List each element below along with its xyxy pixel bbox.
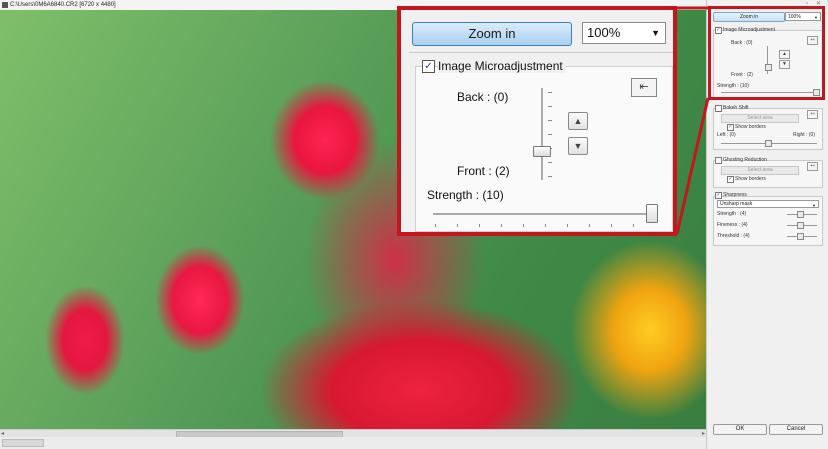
dropdown-arrow-icon: ▼ xyxy=(812,203,816,208)
slider-tick xyxy=(548,162,552,163)
zoom-level-value: 100% xyxy=(587,25,621,40)
strength-label: Strength : (10) xyxy=(427,188,504,202)
chevron-up-icon[interactable]: ▲ xyxy=(568,112,588,130)
slider-tick xyxy=(523,224,524,227)
slider-tick xyxy=(545,224,546,227)
ghosting-select-area-button[interactable]: Select area xyxy=(721,166,799,175)
reset-icon[interactable]: ↤ xyxy=(807,162,818,171)
slider-tick xyxy=(457,224,458,227)
scroll-right-icon[interactable]: ▸ xyxy=(702,430,705,437)
reset-icon[interactable]: ↤ xyxy=(807,110,818,119)
bokeh-show-borders-label: Show borders xyxy=(735,124,766,130)
slider-tick xyxy=(501,224,502,227)
slider-tick xyxy=(589,224,590,227)
slider-tick xyxy=(479,224,480,227)
highlight-frame xyxy=(708,6,825,100)
magnified-callout: Zoom in 100% ▼ ✓ Image Microadjustment ⇤ … xyxy=(397,6,677,236)
slider-tick xyxy=(548,92,552,93)
slider-tick xyxy=(548,176,552,177)
app-icon xyxy=(2,2,8,8)
slider-tick xyxy=(548,106,552,107)
sharpness-fineness-label: Fineness : (4) xyxy=(717,222,748,228)
ghosting-show-borders-checkbox[interactable]: ✓ xyxy=(727,176,734,183)
sharpness-fineness-thumb[interactable] xyxy=(797,222,804,229)
reset-icon[interactable]: ⇤ xyxy=(631,78,657,97)
separator xyxy=(409,52,673,53)
sharpness-checkbox[interactable]: ✓ xyxy=(715,192,722,199)
sharpness-mode-select[interactable]: Unsharp mask ▼ xyxy=(717,200,819,208)
slider-tick xyxy=(567,224,568,227)
bokeh-left-label: Left : (0) xyxy=(717,132,736,138)
image-microadjustment-label: Image Microadjustment xyxy=(438,59,566,73)
sharpness-threshold-thumb[interactable] xyxy=(797,233,804,240)
ghosting-reduction-checkbox[interactable] xyxy=(715,157,722,164)
window-title: C:\Users\0M6A6840.CR2 [6720 x 4480] xyxy=(10,2,116,8)
slider-tick xyxy=(611,224,612,227)
bokeh-select-area-button[interactable]: Select area xyxy=(721,114,799,123)
status-pane xyxy=(2,439,44,447)
ghosting-reduction-label: Ghosting Reduction xyxy=(723,157,767,163)
back-front-slider-track xyxy=(541,88,543,180)
dropdown-arrow-icon: ▼ xyxy=(651,28,660,38)
strength-slider-thumb[interactable] xyxy=(646,204,658,223)
slider-tick xyxy=(548,120,552,121)
chevron-down-icon[interactable]: ▼ xyxy=(568,137,588,155)
image-microadjustment-checkbox[interactable]: ✓ xyxy=(422,60,435,73)
front-label: Front : (2) xyxy=(457,164,510,178)
ok-button[interactable]: OK xyxy=(713,424,767,435)
slider-tick xyxy=(548,134,552,135)
status-bar xyxy=(0,437,706,449)
slider-tick xyxy=(435,224,436,227)
back-front-slider-thumb[interactable] xyxy=(533,146,551,157)
sharpness-strength-label: Strength : (4) xyxy=(717,211,747,217)
cancel-button[interactable]: Cancel xyxy=(769,424,823,435)
sharpness-threshold-label: Threshold : (4) xyxy=(717,233,750,239)
bokeh-right-label: Right : (0) xyxy=(793,132,815,138)
bokeh-slider-thumb[interactable] xyxy=(765,140,772,147)
scroll-left-icon[interactable]: ◂ xyxy=(1,430,4,437)
bokeh-show-borders-checkbox[interactable]: ✓ xyxy=(727,124,734,131)
zoom-level-select[interactable]: 100% ▼ xyxy=(582,22,666,44)
zoom-in-button[interactable]: Zoom in xyxy=(412,22,572,46)
ghosting-show-borders-label: Show borders xyxy=(735,176,766,182)
back-label: Back : (0) xyxy=(457,90,509,104)
sharpness-strength-thumb[interactable] xyxy=(797,211,804,218)
bokeh-shift-label: Bokeh Shift xyxy=(723,105,749,111)
slider-tick xyxy=(633,224,634,227)
sharpness-label: Sharpness xyxy=(723,192,747,198)
bokeh-shift-checkbox[interactable] xyxy=(715,105,722,112)
strength-slider-track xyxy=(433,213,651,215)
